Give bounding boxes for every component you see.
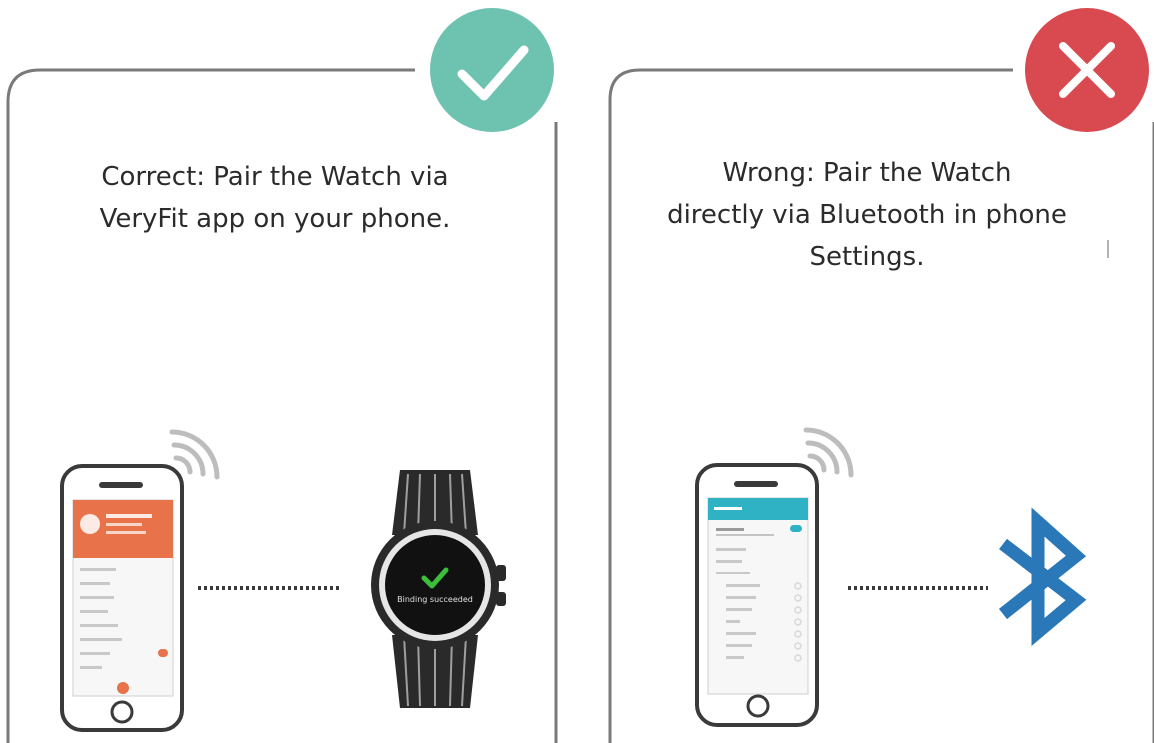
bluetooth-icon: [998, 507, 1087, 646]
phone-settings-icon: [695, 463, 819, 727]
smartwatch-icon: Binding succeeded: [371, 470, 506, 708]
signal-waves-icon: [169, 429, 220, 480]
watch-screen-text: Binding succeeded: [397, 595, 473, 604]
correct-illustration: Binding succeeded: [60, 429, 506, 732]
wrong-illustration: [695, 427, 1087, 727]
panel-wrong: Wrong: Pair the Watch directly via Bluet…: [598, 0, 1154, 743]
panel-correct: Correct: Pair the Watch via VeryFit app …: [0, 0, 560, 743]
phone-app-icon: [60, 464, 184, 732]
signal-waves-icon: [803, 427, 854, 478]
